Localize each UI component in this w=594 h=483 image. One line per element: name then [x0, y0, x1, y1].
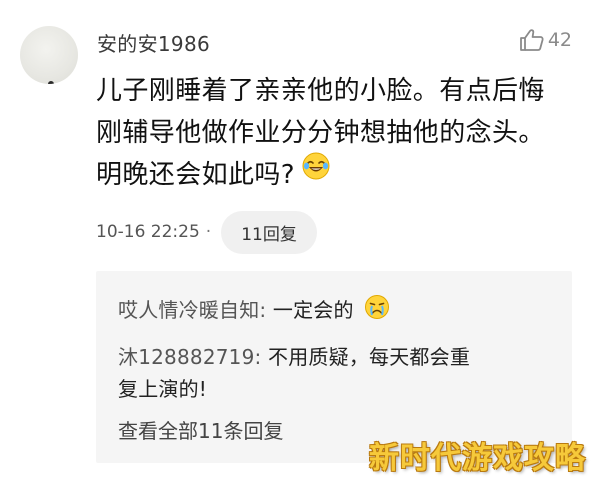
- avatar[interactable]: [20, 26, 78, 84]
- comment-card: 安的安1986 42 儿子刚睡着了亲亲他的小脸。有点后悔 刚辅导他做作业分分钟想…: [0, 0, 594, 483]
- reply-count-button[interactable]: 11回复: [221, 210, 317, 254]
- comment-meta: 10-16 22:25 · 11回复: [96, 210, 317, 254]
- reply-author[interactable]: 沐128882719:: [118, 345, 261, 369]
- reply-item[interactable]: 哎人情冷暖自知: 一定会的: [118, 294, 390, 327]
- thumbs-up-icon: [519, 28, 545, 52]
- reply-text: 不用质疑，每天都会重: [261, 345, 471, 369]
- comment-text-line: 儿子刚睡着了亲亲他的小脸。有点后悔: [96, 76, 545, 106]
- watermark: 新时代游戏攻略: [369, 441, 586, 476]
- meta-separator: ·: [205, 222, 212, 242]
- timestamp: 10-16 22:25: [96, 222, 200, 242]
- reply-author[interactable]: 哎人情冷暖自知:: [118, 298, 266, 322]
- laughing-crying-emoji-icon: [301, 151, 331, 194]
- crying-emoji-icon: [364, 294, 390, 325]
- comment-text: 儿子刚睡着了亲亲他的小脸。有点后悔 刚辅导他做作业分分钟想抽他的念头。 明晚还会…: [96, 70, 576, 197]
- reply-text-continuation: 复上演的!: [118, 377, 208, 401]
- like-button[interactable]: 42: [519, 28, 572, 52]
- like-count: 42: [547, 29, 572, 51]
- reply-item[interactable]: 沐128882719: 不用质疑，每天都会重: [118, 341, 470, 370]
- view-all-replies-link[interactable]: 查看全部11条回复: [118, 415, 283, 444]
- comment-text-line-last: 明晚还会如此吗?: [96, 151, 576, 197]
- username[interactable]: 安的安1986: [97, 28, 210, 57]
- comment-text-line: 刚辅导他做作业分分钟想抽他的念头。: [96, 118, 545, 148]
- comment-text-line-content: 明晚还会如此吗?: [96, 160, 295, 190]
- reply-text: 一定会的: [266, 298, 354, 322]
